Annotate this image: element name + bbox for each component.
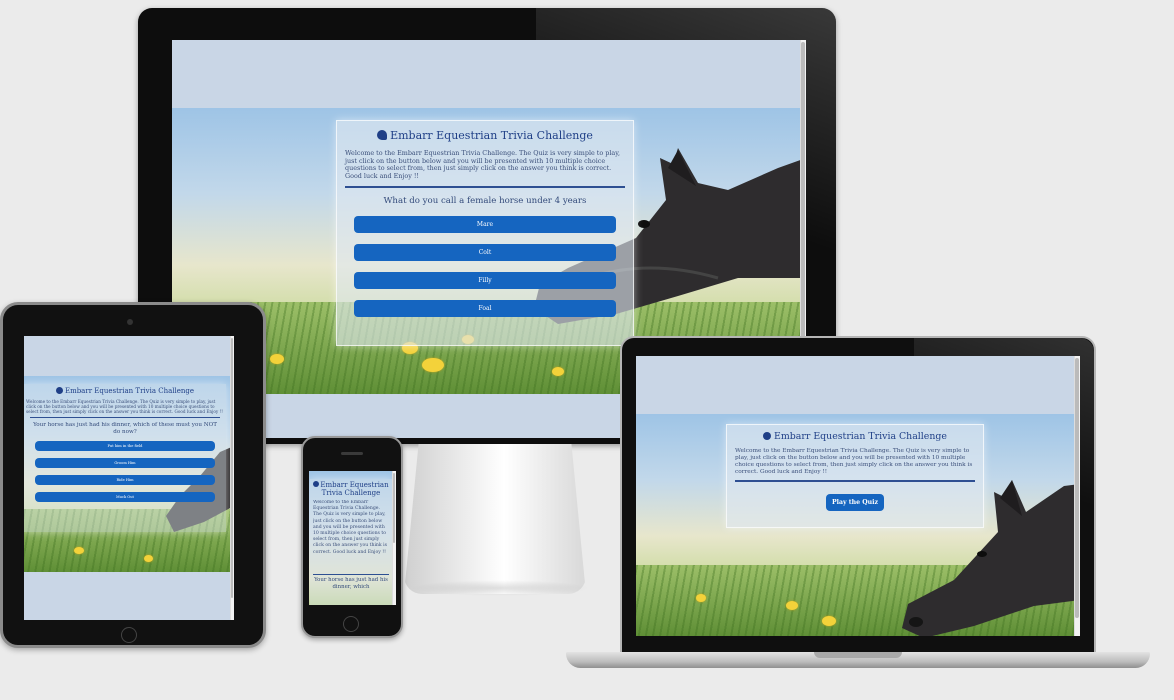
answer-button-1[interactable]: Mare <box>354 216 616 234</box>
play-quiz-button[interactable]: Play the Quiz <box>826 494 884 511</box>
laptop-notch <box>814 652 902 658</box>
quiz-card: Embarr Equestrian Trivia Challenge Welco… <box>726 424 984 528</box>
quiz-card: Embarr Equestrian Trivia Challenge Welco… <box>336 120 634 346</box>
desktop-stand <box>404 444 586 594</box>
divider <box>30 417 220 418</box>
quiz-title-text: Embarr Equestrian Trivia Challenge <box>64 387 195 395</box>
dandelion <box>270 354 284 364</box>
answer-list: Put him in the field Groom Him Ride Him … <box>26 441 224 502</box>
quiz-card: Embarr Equestrian Trivia Challenge Welco… <box>310 479 392 605</box>
answer-button-3[interactable]: Filly <box>354 272 616 290</box>
phone-screen: Embarr Equestrian Trivia Challenge Welco… <box>309 471 396 605</box>
phone-home-button[interactable] <box>343 616 359 632</box>
quiz-title-text: Embarr Equestrian Trivia Challenge <box>320 481 389 497</box>
phone-speaker <box>341 452 363 455</box>
quiz-intro: Welcome to the Embarr Equestrian Trivia … <box>26 399 223 414</box>
quiz-title-text: Embarr Equestrian Trivia Challenge <box>774 431 947 442</box>
divider <box>735 480 975 482</box>
quiz-intro: Welcome to the Embarr Equestrian Trivia … <box>313 500 387 555</box>
dandelion <box>786 601 798 610</box>
dandelion <box>144 555 153 562</box>
horse-head-icon <box>763 432 772 440</box>
horse-head-icon <box>313 481 320 487</box>
dandelion <box>422 358 444 372</box>
quiz-card: Embarr Equestrian Trivia Challenge Welco… <box>24 384 226 532</box>
tablet-camera <box>127 319 133 325</box>
answer-button-2[interactable]: Colt <box>354 244 616 262</box>
divider <box>345 186 625 189</box>
quiz-intro: Welcome to the Embarr Equestrian Trivia … <box>345 149 620 180</box>
question-text: What do you call a female horse under 4 … <box>383 196 587 207</box>
question-text: Your horse has just had his dinner, whic… <box>314 577 388 590</box>
answer-list: Mare Colt Filly Foal <box>345 216 625 318</box>
answer-button-3[interactable]: Ride Him <box>35 475 215 485</box>
dandelion <box>822 616 836 626</box>
tablet-home-button[interactable] <box>121 627 137 643</box>
tablet-scrollbar[interactable] <box>230 336 234 620</box>
scrollbar-thumb[interactable] <box>1075 358 1079 618</box>
quiz-title: Embarr Equestrian Trivia Challenge <box>345 129 625 142</box>
phone-scrollbar[interactable] <box>392 471 396 605</box>
desktop-stand-shadow <box>410 580 590 596</box>
dandelion <box>696 594 706 602</box>
answer-button-4[interactable]: Muck Out <box>35 492 215 502</box>
answer-button-2[interactable]: Groom Him <box>35 458 215 468</box>
quiz-title: Embarr Equestrian Trivia Challenge <box>313 481 389 497</box>
laptop-screen: Embarr Equestrian Trivia Challenge Welco… <box>636 356 1080 636</box>
question-text: Your horse has just had his dinner, whic… <box>33 422 217 435</box>
answer-button-4[interactable]: Foal <box>354 300 616 318</box>
quiz-title: Embarr Equestrian Trivia Challenge <box>735 431 975 442</box>
horse-head-icon <box>55 387 63 394</box>
horse-head-icon <box>377 130 388 140</box>
quiz-title-text: Embarr Equestrian Trivia Challenge <box>390 129 593 142</box>
quiz-intro: Welcome to the Embarr Equestrian Trivia … <box>735 448 973 475</box>
scrollbar-thumb[interactable] <box>231 338 233 598</box>
scrollbar-thumb[interactable] <box>393 473 395 543</box>
laptop-scrollbar[interactable] <box>1074 356 1080 636</box>
answer-button-1[interactable]: Put him in the field <box>35 441 215 451</box>
tablet-screen: Embarr Equestrian Trivia Challenge Welco… <box>24 336 234 620</box>
dandelion <box>552 367 564 376</box>
quiz-title: Embarr Equestrian Trivia Challenge <box>26 387 224 395</box>
dandelion <box>74 547 84 554</box>
divider <box>313 574 389 575</box>
